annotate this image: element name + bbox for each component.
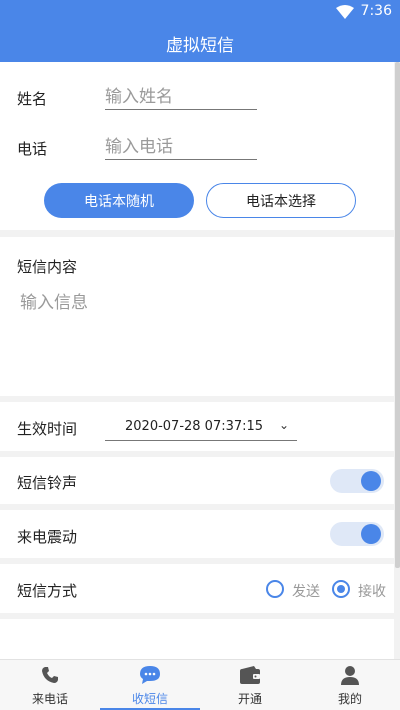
status-time: 7:36 [360,3,392,19]
message-title: 短信内容 [17,258,78,276]
wallet-icon [240,666,260,684]
effect-time-value: 2020-07-28 07:37:15 [125,419,264,434]
bottom-nav: 来电话 收短信 开通 我的 [0,659,400,710]
nav-label-sms: 收短信 [131,692,168,706]
nav-label-mine: 我的 [337,692,362,706]
radio-send-label: 发送 [292,584,320,600]
ringtone-toggle[interactable] [330,469,384,493]
phone-input[interactable] [105,134,257,160]
nav-item-sms[interactable]: 收短信 [100,660,200,710]
vibrate-toggle[interactable] [330,522,384,546]
empty-row [0,619,394,659]
effect-time-select[interactable]: 2020-07-28 07:37:15 ⌄ [105,413,297,441]
nav-item-open[interactable]: 开通 [200,660,300,710]
mode-label: 短信方式 [17,582,78,600]
radio-receive-label: 接收 [358,584,386,600]
radio-receive[interactable] [332,580,350,598]
nav-item-mine[interactable]: 我的 [300,660,400,710]
wifi-icon [336,5,354,19]
phone-icon [42,667,58,683]
nav-item-call[interactable]: 来电话 [0,660,100,710]
person-icon [341,666,359,685]
toggle-knob [361,524,381,544]
phonebook-random-button[interactable]: 电话本随机 [44,183,194,218]
nav-label-call: 来电话 [31,692,68,706]
ringtone-label: 短信铃声 [17,474,78,492]
page-title: 虚拟短信 [166,35,234,56]
toggle-knob [361,471,381,491]
app-bar: 虚拟短信 [0,24,400,62]
radio-send[interactable] [266,580,284,598]
status-bar: 7:36 [0,0,400,24]
phone-label: 电话 [17,140,48,158]
message-input[interactable] [20,288,380,378]
name-label: 姓名 [17,90,48,108]
scrollbar[interactable] [395,62,400,568]
nav-label-open: 开通 [237,692,262,706]
effect-time-label: 生效时间 [17,420,78,438]
vibrate-label: 来电震动 [17,528,78,546]
chevron-down-icon: ⌄ [278,418,289,432]
name-input[interactable] [105,84,257,110]
phonebook-choose-button[interactable]: 电话本选择 [206,183,356,218]
chat-icon [140,666,160,684]
